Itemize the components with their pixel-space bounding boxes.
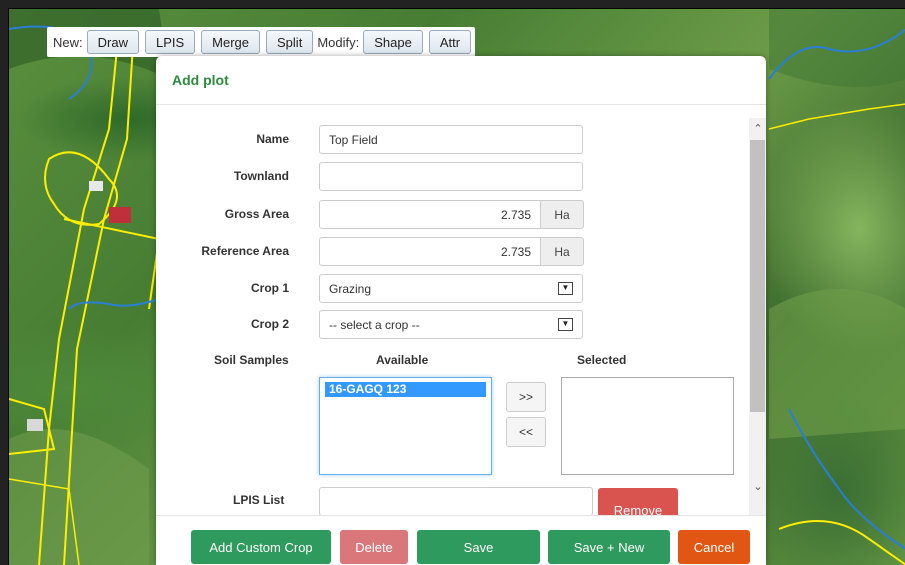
parcel-outline bbox=[63, 218, 161, 310]
delete-button[interactable]: Delete bbox=[340, 530, 408, 564]
crop2-label: Crop 2 bbox=[250, 317, 289, 331]
gross-area-unit: Ha bbox=[540, 200, 584, 229]
crop1-select[interactable]: Grazing ▼ bbox=[319, 274, 583, 303]
gross-area-input[interactable] bbox=[319, 200, 541, 229]
lpis-list-label: LPIS List bbox=[233, 493, 285, 507]
merge-button[interactable]: Merge bbox=[201, 30, 261, 54]
crop2-select[interactable]: -- select a crop -- ▼ bbox=[319, 310, 583, 339]
available-samples-list[interactable]: 16-GAGQ 123 bbox=[319, 377, 492, 475]
shape-button[interactable]: Shape bbox=[363, 30, 423, 54]
name-input[interactable] bbox=[319, 125, 583, 154]
add-sample-button[interactable]: >> bbox=[506, 382, 546, 412]
add-custom-crop-button[interactable]: Add Custom Crop bbox=[191, 530, 331, 564]
scroll-down-icon[interactable]: ⌄ bbox=[752, 480, 764, 493]
chevron-down-icon: ▼ bbox=[558, 282, 573, 295]
save-new-button[interactable]: Save + New bbox=[548, 530, 670, 564]
split-button[interactable]: Split bbox=[266, 30, 314, 54]
farm-building bbox=[109, 207, 131, 223]
townland-row: Townland bbox=[156, 161, 749, 192]
dialog-footer: Add Custom Crop Delete Save Save + New C… bbox=[156, 515, 766, 565]
crop1-label: Crop 1 bbox=[250, 281, 289, 295]
attr-button[interactable]: Attr bbox=[428, 30, 472, 54]
draw-button[interactable]: Draw bbox=[86, 30, 139, 54]
scrollbar-thumb[interactable] bbox=[750, 140, 765, 412]
crop1-value: Grazing bbox=[329, 281, 372, 296]
name-row: Name bbox=[156, 124, 749, 155]
chevron-down-icon: ▼ bbox=[558, 318, 573, 331]
dialog-header: Add plot bbox=[156, 56, 766, 105]
parcel-outline bbox=[768, 103, 905, 130]
modify-group-label: Modify: bbox=[317, 34, 360, 50]
crop1-row: Crop 1 Grazing ▼ bbox=[156, 273, 749, 304]
dialog-body[interactable]: Name Townland Gross Area Ha Reference Ar… bbox=[156, 105, 766, 515]
dialog-title: Add plot bbox=[172, 72, 229, 88]
parcel-outline bbox=[778, 520, 905, 565]
crop2-value: -- select a crop -- bbox=[329, 317, 420, 332]
crop2-row: Crop 2 -- select a crop -- ▼ bbox=[156, 309, 749, 340]
lpis-button[interactable]: LPIS bbox=[144, 30, 196, 54]
farm-building bbox=[27, 419, 43, 431]
available-sample-option[interactable]: 16-GAGQ 123 bbox=[325, 382, 486, 397]
cancel-button[interactable]: Cancel bbox=[678, 530, 750, 564]
available-header: Available bbox=[376, 353, 429, 367]
name-label: Name bbox=[256, 132, 289, 146]
lpis-remove-button[interactable]: Remove bbox=[598, 488, 678, 518]
soil-samples-label: Soil Samples bbox=[214, 353, 289, 367]
edit-toolbar: New: Draw LPIS Merge Split Modify: Shape… bbox=[47, 27, 476, 57]
selected-samples-list[interactable] bbox=[561, 377, 734, 475]
reference-area-input[interactable] bbox=[319, 237, 541, 266]
remove-sample-button[interactable]: << bbox=[506, 417, 546, 447]
reference-area-row: Reference Area Ha bbox=[156, 236, 749, 267]
gross-area-row: Gross Area Ha bbox=[156, 199, 749, 230]
townland-label: Townland bbox=[233, 169, 289, 183]
selected-header: Selected bbox=[577, 353, 627, 367]
gross-area-label: Gross Area bbox=[224, 207, 289, 221]
townland-input[interactable] bbox=[319, 162, 583, 191]
farm-building bbox=[89, 181, 103, 191]
reference-area-unit: Ha bbox=[540, 237, 584, 266]
save-button[interactable]: Save bbox=[417, 530, 540, 564]
scroll-up-icon[interactable]: ⌃ bbox=[752, 122, 764, 135]
stream-line bbox=[68, 298, 160, 310]
add-plot-dialog: Add plot Name Townland Gross Area Ha Ref… bbox=[156, 56, 766, 565]
reference-area-label: Reference Area bbox=[201, 244, 289, 258]
lpis-list-input[interactable] bbox=[319, 487, 593, 515]
new-group-label: New: bbox=[53, 34, 83, 50]
